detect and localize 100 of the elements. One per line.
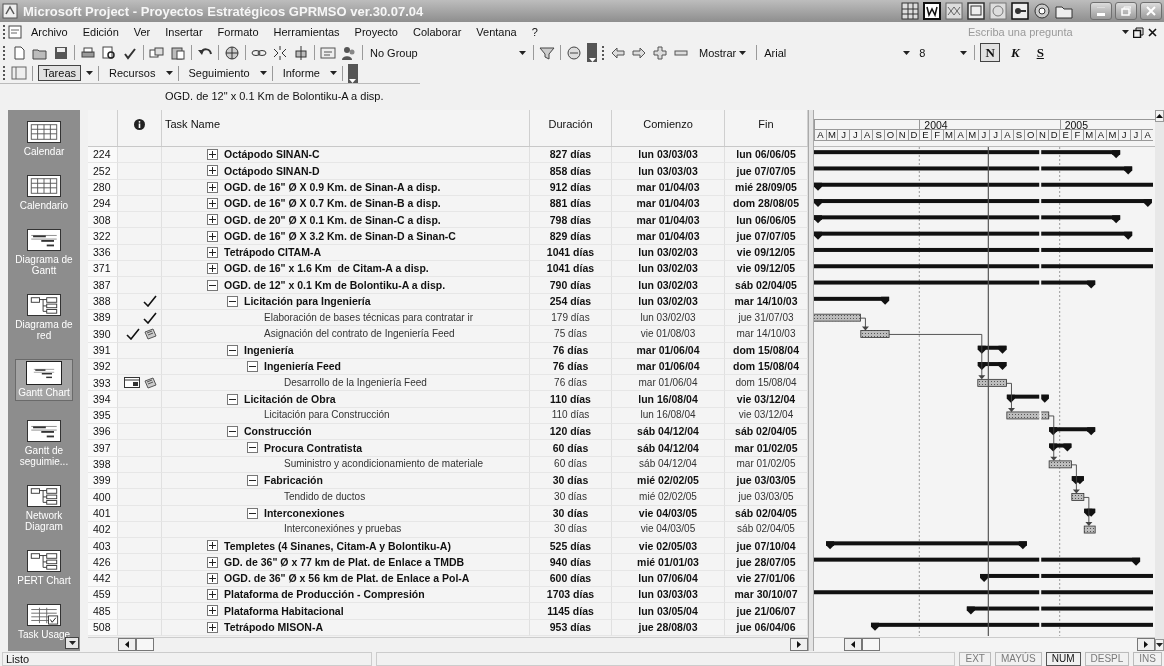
task-name: Plataforma de Producción - Compresión: [224, 589, 425, 600]
network-diagram-icon: [27, 549, 61, 572]
font-dropdown[interactable]: Arial: [762, 46, 913, 59]
toolbar-options-button[interactable]: [347, 63, 358, 83]
restore-icon[interactable]: [1133, 26, 1144, 38]
toolbar-options-button[interactable]: [587, 43, 597, 62]
scroll-down-button[interactable]: [1155, 639, 1164, 651]
column-header[interactable]: Duración: [530, 110, 612, 146]
copy-icon[interactable]: [149, 44, 165, 61]
status-text: Listo: [2, 651, 372, 666]
expand-toggle[interactable]: [207, 230, 218, 242]
help-search-field[interactable]: Escriba una pregunta: [968, 26, 1118, 38]
expand-toggle[interactable]: [207, 621, 218, 633]
menu-item[interactable]: Edición: [75, 25, 126, 39]
expand-toggle[interactable]: [207, 214, 218, 226]
paste-icon[interactable]: [170, 44, 186, 61]
menu-item[interactable]: Archivo: [24, 25, 75, 39]
scroll-thumb[interactable]: [136, 638, 154, 651]
collapse-toggle[interactable]: [227, 393, 238, 405]
plus-icon: [209, 216, 216, 224]
column-header[interactable]: Comienzo: [612, 110, 725, 146]
expand-toggle[interactable]: [207, 181, 218, 193]
expand-toggle[interactable]: [207, 605, 218, 617]
month-label: D: [907, 130, 920, 141]
restore-button[interactable]: [1115, 2, 1137, 20]
italic-button[interactable]: K: [1005, 43, 1026, 62]
collapse-toggle[interactable]: [247, 475, 258, 487]
scroll-right-button[interactable]: [1137, 638, 1155, 651]
collapse-toggle[interactable]: [247, 507, 258, 519]
key-icon[interactable]: [1011, 2, 1029, 20]
calendar-icon: [27, 175, 61, 198]
table-cell: 858 días: [530, 163, 612, 180]
bold-button[interactable]: N: [980, 43, 1001, 62]
grid-icon[interactable]: [901, 2, 919, 20]
save-icon[interactable]: [53, 44, 69, 61]
split-icon[interactable]: [293, 44, 309, 61]
window-icon[interactable]: [967, 2, 985, 20]
guide-button[interactable]: Informe: [277, 65, 325, 81]
print-preview-icon[interactable]: [101, 44, 117, 61]
row-number: 394: [88, 391, 118, 408]
row-number: 224: [88, 147, 118, 164]
month-label: A: [1141, 130, 1153, 141]
show-menu-button[interactable]: Mostrar: [694, 44, 752, 61]
expand-toggle[interactable]: [207, 198, 218, 210]
guide-button[interactable]: Seguimiento: [183, 65, 255, 81]
expand-toggle[interactable]: [207, 246, 218, 258]
guide-button[interactable]: Recursos: [104, 65, 161, 81]
expand-toggle[interactable]: [207, 572, 218, 584]
plus-icon: [209, 607, 216, 615]
expand-toggle[interactable]: [207, 540, 218, 552]
expand-toggle[interactable]: [207, 165, 218, 177]
filter-icon[interactable]: [539, 44, 555, 61]
expand-toggle[interactable]: [207, 263, 218, 275]
scroll-left-button[interactable]: [118, 638, 136, 651]
people-icon[interactable]: [341, 44, 357, 61]
menu-item[interactable]: Formato: [210, 25, 266, 39]
menu-item[interactable]: Proyecto: [347, 25, 405, 39]
unlink-icon[interactable]: [272, 44, 288, 61]
expand-toggle[interactable]: [207, 149, 218, 161]
expand-toggle[interactable]: [207, 556, 218, 568]
expand-toggle[interactable]: [207, 589, 218, 601]
dropdown-caret-icon[interactable]: [329, 71, 337, 75]
new-document-icon[interactable]: [11, 44, 27, 61]
plus-icon[interactable]: [652, 44, 668, 61]
close-button[interactable]: [1140, 2, 1162, 20]
collapse-toggle[interactable]: [247, 442, 258, 454]
menu-item[interactable]: Ver: [126, 25, 158, 39]
menu-item[interactable]: Herramientas: [266, 25, 347, 39]
gear-icon[interactable]: [1033, 2, 1051, 20]
guide-button[interactable]: Tareas: [38, 65, 82, 81]
group-by-dropdown[interactable]: No Group: [368, 46, 528, 59]
underline-button[interactable]: S: [1030, 43, 1051, 62]
collapse-toggle[interactable]: [227, 344, 238, 356]
print-icon[interactable]: [80, 44, 96, 61]
scroll-right-button[interactable]: [790, 638, 808, 651]
font-size-dropdown[interactable]: 8: [917, 46, 970, 59]
scroll-left-button[interactable]: [844, 638, 862, 651]
close-icon[interactable]: [1148, 27, 1157, 37]
panel-icon[interactable]: [11, 65, 27, 81]
caret-icon: [68, 641, 76, 645]
collapse-toggle[interactable]: [227, 426, 238, 438]
menu-item[interactable]: Ventana: [469, 25, 524, 39]
scroll-thumb[interactable]: [862, 638, 880, 651]
menu-item[interactable]: Insertar: [158, 25, 210, 39]
dropdown-caret-icon[interactable]: [165, 71, 173, 75]
dropdown-caret-icon[interactable]: [259, 71, 267, 75]
table-cell: sáb 04/12/04: [612, 440, 725, 457]
menu-item[interactable]: Colaborar: [406, 25, 469, 39]
collapse-toggle[interactable]: [207, 279, 218, 291]
scroll-up-button[interactable]: [1155, 110, 1164, 122]
summary-bar: [1049, 427, 1096, 436]
column-header[interactable]: Task Name: [162, 110, 530, 146]
left-triangle-icon: [851, 641, 855, 648]
menu-item[interactable]: ?: [524, 25, 545, 39]
caret-icon: [903, 50, 911, 55]
collapse-toggle[interactable]: [227, 295, 238, 307]
collapse-toggle[interactable]: [247, 361, 258, 372]
document-icon[interactable]: [923, 2, 941, 20]
minimize-button[interactable]: [1090, 2, 1112, 20]
dropdown-caret-icon[interactable]: [86, 71, 94, 75]
